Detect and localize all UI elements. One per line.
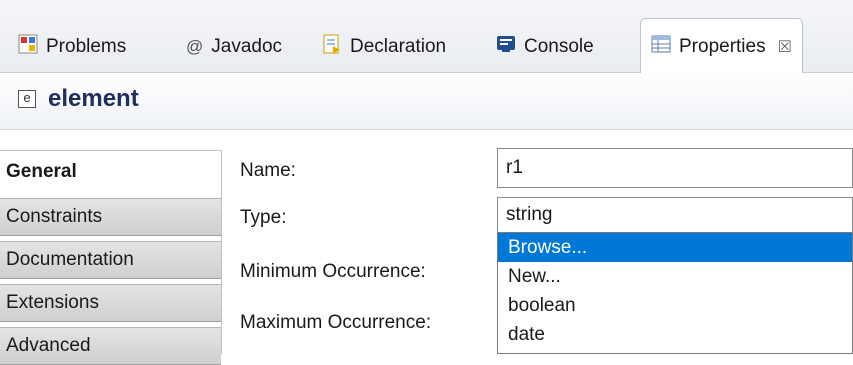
name-field[interactable]: r1 [497,148,853,188]
type-label: Type: [240,207,287,228]
problems-icon [18,34,38,60]
tab-properties[interactable]: Properties ☒ [640,18,803,74]
declaration-icon [322,34,342,60]
tab-javadoc[interactable]: @ Javadoc [186,22,282,72]
properties-header: e element [0,73,853,130]
dropdown-option-new[interactable]: New... [498,262,852,291]
view-tab-bar: Problems @ Javadoc Declaration Console P… [0,0,853,74]
sidebar-item-general[interactable]: General [0,150,221,192]
dropdown-option-date[interactable]: date [498,320,852,349]
sidebar-item-constraints[interactable]: Constraints [0,198,221,236]
dropdown-option-browse[interactable]: Browse... [498,233,852,262]
sidebar-item-advanced[interactable]: Advanced [0,327,221,365]
sidebar-item-label: General [6,160,77,182]
sidebar-item-extensions[interactable]: Extensions [0,284,221,322]
sidebar-divider [221,150,222,354]
type-value: string [506,204,553,225]
tab-label: Declaration [350,36,447,57]
type-dropdown-list: Browse... New... boolean date [497,232,853,354]
sidebar-item-label: Constraints [6,206,103,227]
tab-declaration[interactable]: Declaration [322,22,446,72]
at-icon: @ [186,37,204,56]
min-occurrence-label: Minimum Occurrence: [240,261,426,282]
element-icon: e [18,90,36,108]
type-combo[interactable]: string [497,197,853,233]
sidebar-item-label: Documentation [6,249,134,270]
name-label: Name: [240,160,296,181]
sidebar-item-documentation[interactable]: Documentation [0,241,221,279]
name-value: r1 [506,157,523,178]
page-title: element [48,85,139,112]
console-icon [496,34,516,60]
tab-label: Console [524,36,594,57]
tab-label: Javadoc [211,36,283,57]
dropdown-option-boolean[interactable]: boolean [498,291,852,320]
sidebar-item-label: Extensions [6,292,99,313]
tab-label: Properties [679,35,766,57]
tab-console[interactable]: Console [496,22,594,72]
close-icon[interactable]: ☒ [778,37,792,57]
max-occurrence-label: Maximum Occurrence: [240,312,432,333]
properties-icon [651,34,671,60]
tab-problems[interactable]: Problems [18,22,126,72]
tab-label: Problems [46,36,127,57]
